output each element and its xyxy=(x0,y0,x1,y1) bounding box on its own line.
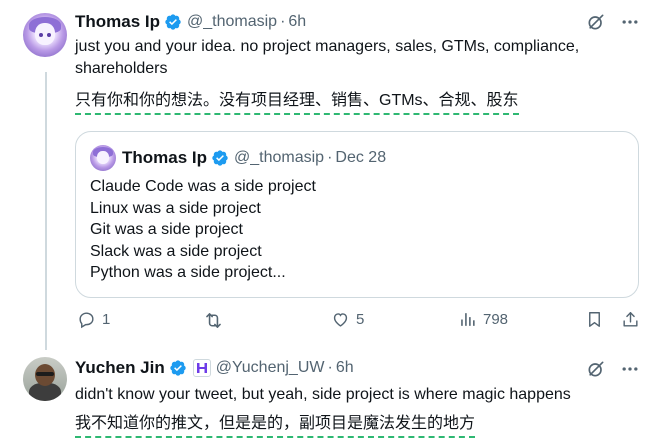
tweet-text: just you and your idea. no project manag… xyxy=(75,36,579,80)
author-name[interactable]: Thomas Ip xyxy=(75,12,160,32)
quoted-author-name: Thomas Ip xyxy=(122,148,208,167)
retweet-icon xyxy=(203,310,224,331)
bookmark-button[interactable] xyxy=(585,310,604,329)
quoted-author-handle: @_thomasip xyxy=(234,149,325,166)
like-count: 5 xyxy=(356,311,365,328)
reply-button[interactable]: 1 xyxy=(77,310,110,329)
grok-icon[interactable] xyxy=(586,359,606,379)
separator: · xyxy=(280,13,286,30)
avatar[interactable] xyxy=(23,357,67,401)
views-button[interactable]: 798 xyxy=(458,310,508,329)
like-icon xyxy=(331,310,350,329)
translated-text: 只有你和你的想法。没有项目经理、销售、GTMs、合规、股东 xyxy=(75,90,519,115)
author-handle[interactable]: @Yuchenj_UW xyxy=(216,359,325,377)
verified-badge-icon xyxy=(169,359,187,377)
timestamp[interactable]: 6h xyxy=(336,359,354,377)
author-handle[interactable]: @_thomasip xyxy=(187,13,277,31)
separator: · xyxy=(327,149,333,166)
quoted-tweet-header: Thomas Ip @_thomasip · Dec 28 xyxy=(90,145,386,171)
quoted-line: Claude Code was a side project xyxy=(90,178,316,195)
tweet-top-actions xyxy=(586,359,640,379)
quoted-tweet-text: Claude Code was a side project Linux was… xyxy=(90,176,316,284)
quoted-avatar xyxy=(90,145,116,171)
affiliate-badge-icon[interactable] xyxy=(192,359,211,377)
tweet-text: didn't know your tweet, but yeah, side p… xyxy=(75,386,571,403)
quoted-date: Dec 28 xyxy=(335,149,387,166)
share-icon xyxy=(621,310,640,329)
tweet-header: Thomas Ip @_thomasip · 6h xyxy=(75,11,306,33)
verified-badge-icon xyxy=(211,149,229,167)
reply-count: 1 xyxy=(102,311,111,328)
retweet-button[interactable] xyxy=(203,310,230,331)
like-button[interactable]: 5 xyxy=(331,310,364,329)
thread-connector xyxy=(45,72,47,350)
avatar[interactable] xyxy=(23,13,67,57)
reply-icon xyxy=(77,310,96,329)
author-name[interactable]: Yuchen Jin xyxy=(75,358,165,378)
tweet-text-line: just you and your idea. no project manag… xyxy=(75,38,580,55)
quoted-tweet[interactable]: Thomas Ip @_thomasip · Dec 28 Claude Cod… xyxy=(75,131,639,298)
grok-icon[interactable] xyxy=(586,12,606,32)
quoted-line: Git was a side project xyxy=(90,221,243,238)
translated-text: 我不知道你的推文，但是是的，副项目是魔法发生的地方 xyxy=(75,413,476,438)
timestamp[interactable]: 6h xyxy=(288,13,306,31)
bookmark-icon xyxy=(585,310,604,329)
tweet-header: Yuchen Jin @Yuchenj_UW · 6h xyxy=(75,357,354,379)
quoted-line: Python was a side project... xyxy=(90,264,286,281)
tweet-text-line: shareholders xyxy=(75,60,168,77)
more-icon[interactable] xyxy=(620,12,640,32)
quoted-line: Slack was a side project xyxy=(90,242,262,260)
separator: · xyxy=(327,359,333,376)
more-icon[interactable] xyxy=(620,359,640,379)
quoted-line: Linux was a side project xyxy=(90,199,261,217)
views-icon xyxy=(458,310,477,329)
tweet-action-bar: 1 5 798 xyxy=(75,310,647,336)
verified-badge-icon xyxy=(164,13,182,31)
views-count: 798 xyxy=(483,311,509,328)
share-button[interactable] xyxy=(621,310,640,329)
tweet-top-actions xyxy=(586,12,640,32)
